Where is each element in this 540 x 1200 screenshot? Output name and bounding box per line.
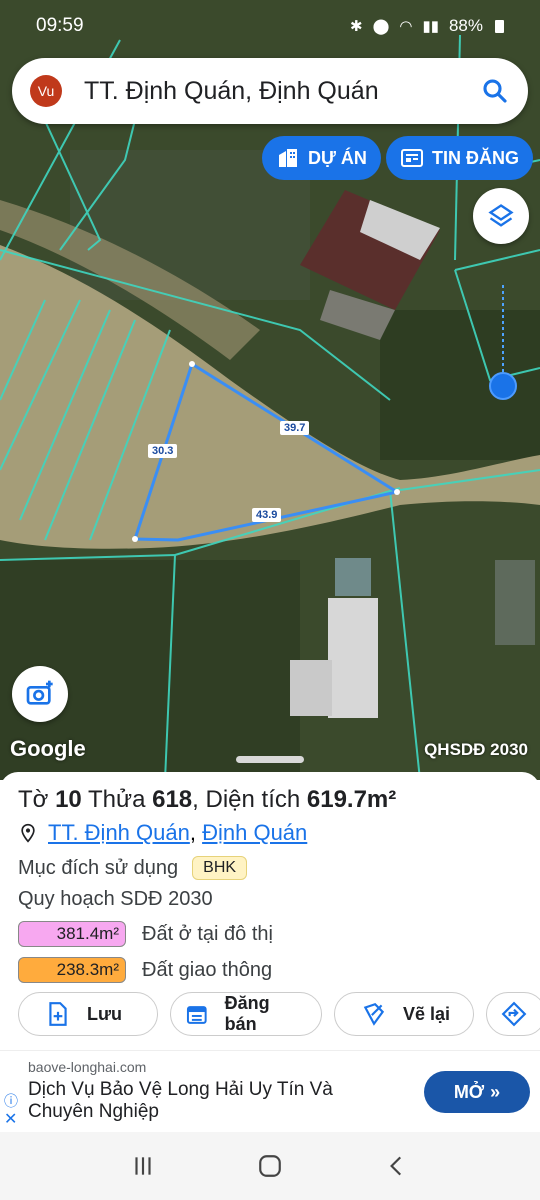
newspaper-icon: [401, 149, 423, 167]
area-label: , Diện tích: [192, 786, 301, 813]
zone-area-chip: 238.3m²: [18, 957, 126, 983]
location-icon: ⬤: [372, 18, 390, 35]
sell-button-label: Đăng bán: [224, 993, 270, 1034]
listings-chip[interactable]: TIN ĐĂNG: [386, 136, 533, 180]
sheet-label: Tờ: [18, 786, 49, 813]
location-district-link[interactable]: Định Quán: [202, 820, 307, 845]
battery-icon: [495, 19, 504, 33]
building-icon: [279, 149, 297, 167]
map-view[interactable]: 30.3 39.7 43.9 09:59 ✱ ⬤ ◠ ▮▮ 88% Vu TT.…: [0, 0, 540, 780]
save-button-label: Lưu: [87, 1003, 123, 1024]
signal-icon: ▮▮: [422, 18, 439, 35]
sheet-number: 10: [55, 786, 82, 813]
search-bar[interactable]: Vu TT. Định Quán, Định Quán: [12, 58, 528, 124]
parcel-info-sheet: Tờ 10 Thửa 618, Diện tích 619.7m² TT. Đị…: [0, 772, 540, 1052]
sheet-drag-handle[interactable]: [236, 756, 304, 763]
zone-row: 238.3m² Đất giao thông: [18, 957, 522, 983]
calendar-icon: [186, 1006, 207, 1024]
ad-info-icon[interactable]: ⓘ: [4, 1091, 18, 1111]
add-file-icon: [49, 1002, 67, 1026]
ad-domain: baove-longhai.com: [28, 1059, 147, 1075]
location-row: TT. Định Quán, Định Quán: [18, 820, 522, 846]
add-photo-icon: [26, 680, 53, 705]
sell-button[interactable]: Đăng bán: [170, 992, 322, 1036]
purpose-badge: BHK: [192, 856, 248, 880]
avatar[interactable]: Vu: [30, 75, 62, 107]
status-time: 09:59: [36, 15, 84, 36]
recent-apps-icon: [135, 1157, 151, 1175]
edge-length-label: 30.3: [148, 444, 178, 458]
back-button[interactable]: [377, 1146, 417, 1186]
home-button[interactable]: [250, 1146, 290, 1186]
location-town-link[interactable]: TT. Định Quán: [48, 820, 190, 845]
google-logo: Google: [10, 736, 86, 761]
ad-close-icon[interactable]: ✕: [4, 1109, 17, 1129]
action-row: Lưu Đăng bán Vẽ lại: [18, 992, 540, 1036]
plot-label: Thửa: [88, 786, 146, 813]
purpose-row: Mục đích sử dụng BHK: [18, 856, 522, 880]
edge-length-label: 43.9: [252, 508, 282, 522]
system-nav-bar: [0, 1132, 540, 1200]
area-value: 619.7m²: [306, 786, 397, 813]
save-button[interactable]: Lưu: [18, 992, 158, 1036]
back-icon: [389, 1156, 401, 1176]
home-icon: [259, 1155, 281, 1177]
ad-open-button[interactable]: MỞ »: [424, 1071, 530, 1113]
recent-apps-button[interactable]: [123, 1146, 163, 1186]
map-pin-icon: [21, 823, 35, 843]
ad-text[interactable]: Dịch Vụ Bảo Vệ Long Hải Uy Tín Và Chuyên…: [28, 1079, 368, 1123]
project-chip-label: DỰ ÁN: [308, 147, 367, 168]
redraw-button[interactable]: Vẽ lại: [334, 992, 474, 1036]
purpose-label: Mục đích sử dụng: [18, 856, 179, 879]
wifi-icon: ◠: [399, 18, 413, 35]
battery-level: 88%: [448, 16, 483, 35]
layers-icon: [488, 204, 514, 227]
draw-shape-icon: [363, 1003, 385, 1026]
layers-button[interactable]: [473, 188, 529, 244]
project-chip[interactable]: DỰ ÁN: [262, 136, 381, 180]
edge-length-label: 39.7: [280, 421, 310, 435]
redraw-button-label: Vẽ lại: [403, 1003, 451, 1024]
zone-row: 381.4m² Đất ở tại đô thị: [18, 921, 522, 947]
parcel-title: Tờ 10 Thửa 618, Diện tích 619.7m²: [18, 786, 522, 814]
chevron-right-icon: »: [490, 1081, 501, 1102]
camera-button[interactable]: [12, 666, 68, 722]
listings-chip-label: TIN ĐĂNG: [432, 147, 519, 168]
plot-number: 618: [152, 786, 193, 813]
zone-label: Đất giao thông: [142, 958, 273, 981]
directions-icon: [501, 1001, 527, 1027]
search-title[interactable]: TT. Định Quán, Định Quán: [84, 77, 480, 106]
status-bar: 09:59 ✱ ⬤ ◠ ▮▮ 88%: [0, 0, 540, 52]
search-icon[interactable]: [480, 76, 510, 106]
zone-label: Đất ở tại đô thị: [142, 922, 273, 945]
zone-area-chip: 381.4m²: [18, 921, 126, 947]
planning-overlay-label: QHSDĐ 2030: [424, 740, 528, 759]
ad-banner[interactable]: baove-longhai.com Dịch Vụ Bảo Vệ Long Hả…: [0, 1050, 540, 1132]
bluetooth-icon: ✱: [349, 18, 363, 35]
directions-button[interactable]: [486, 992, 540, 1036]
ad-open-label: MỞ: [453, 1081, 485, 1102]
current-location-dot: [489, 372, 517, 400]
planning-label: Quy hoạch SDĐ 2030: [18, 888, 213, 910]
